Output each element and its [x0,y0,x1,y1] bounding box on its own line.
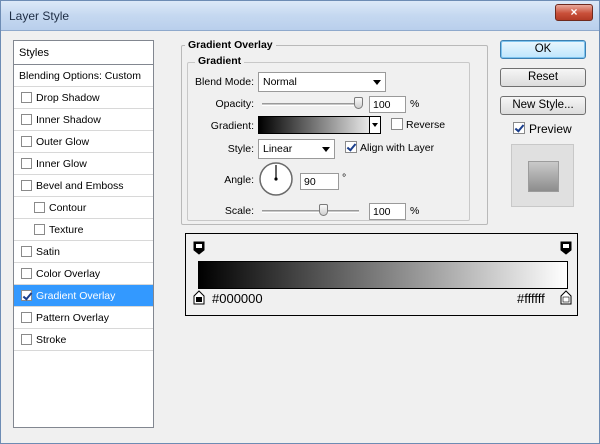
style-value: Linear [263,143,293,155]
ok-button[interactable]: OK [500,40,586,59]
style-label: Style: [227,143,254,155]
style-select[interactable]: Linear [258,139,335,159]
style-item-label: Drop Shadow [36,92,100,104]
blend-mode-value: Normal [263,76,297,88]
scale-label: Scale: [224,205,254,217]
style-item-inner-glow[interactable]: Inner Glow [14,153,153,175]
style-item-label: Gradient Overlay [36,290,116,302]
opacity-slider-track[interactable] [262,103,363,106]
preview-swatch [528,161,559,192]
style-item-drop-shadow[interactable]: Drop Shadow [14,87,153,109]
style-item-label: Blending Options: Custom [19,70,141,82]
style-item-checkbox[interactable] [34,202,45,213]
style-item-satin[interactable]: Satin [14,241,153,263]
start-color-hex: #000000 [212,291,263,306]
close-icon: × [570,5,578,19]
style-item-label: Pattern Overlay [36,312,109,324]
title-bar[interactable]: Layer Style × [1,1,599,31]
reverse-label: Reverse [406,119,446,131]
dropdown-arrow-icon [372,123,378,127]
style-item-checkbox[interactable] [21,114,32,125]
align-with-layer-checkbox[interactable] [345,141,357,153]
opacity-slider-thumb[interactable] [354,97,363,109]
style-item-checkbox[interactable] [21,290,32,301]
gradient-picker-dropdown[interactable] [369,117,380,133]
preview-label: Preview [529,122,572,136]
style-item-checkbox[interactable] [21,180,32,191]
style-item-label: Inner Shadow [36,114,101,126]
opacity-stop-left-icon[interactable] [193,241,205,255]
style-item-outer-glow[interactable]: Outer Glow [14,131,153,153]
style-item-inner-shadow[interactable]: Inner Shadow [14,109,153,131]
opacity-input[interactable]: 100 [369,96,406,113]
reset-button[interactable]: Reset [500,68,586,87]
close-button[interactable]: × [555,4,593,21]
angle-dial[interactable] [258,161,294,197]
style-item-checkbox[interactable] [21,246,32,257]
style-item-label: Inner Glow [36,158,87,170]
gradient-editor: #000000 #ffffff [185,233,578,316]
styles-items: Blending Options: Custom Drop Shadow Inner… [14,65,153,351]
style-item-gradient-overlay[interactable]: Gradient Overlay [14,285,153,307]
window-title: Layer Style [9,9,70,23]
blend-mode-select[interactable]: Normal [258,72,386,92]
style-item-label: Color Overlay [36,268,101,280]
angle-unit: ° [342,172,347,184]
style-item-label: Satin [36,246,60,258]
style-item-texture[interactable]: Texture [14,219,153,241]
reverse-checkbox[interactable] [391,118,403,130]
style-item-checkbox[interactable] [21,334,32,345]
style-item-checkbox[interactable] [21,158,32,169]
color-stop-right-icon[interactable] [560,290,572,305]
style-item-stroke[interactable]: Stroke [14,329,153,351]
gradient-subgroup-title: Gradient [195,55,245,67]
style-item-contour[interactable]: Contour [14,197,153,219]
gradient-picker[interactable] [258,116,381,134]
style-item-label: Texture [49,224,84,236]
style-item-checkbox[interactable] [21,92,32,103]
style-item-pattern-overlay[interactable]: Pattern Overlay [14,307,153,329]
style-item-label: Contour [49,202,87,214]
blend-mode-label: Blend Mode: [195,76,254,88]
preview-checkbox[interactable] [513,122,525,134]
new-style-button[interactable]: New Style... [500,96,586,115]
angle-label: Angle: [224,174,254,186]
style-item-checkbox[interactable] [34,224,45,235]
opacity-label: Opacity: [215,98,254,110]
gradient-overlay-title: Gradient Overlay [185,39,276,51]
scale-input[interactable]: 100 [369,203,406,220]
styles-list: Styles Blending Options: Custom Drop Shad… [13,40,154,428]
style-item-label: Outer Glow [36,136,90,148]
layer-style-dialog: Layer Style × Styles Blending Options: C… [0,0,600,444]
style-item-blending-options-custom[interactable]: Blending Options: Custom [14,65,153,87]
style-item-checkbox[interactable] [21,268,32,279]
opacity-unit: % [410,98,420,110]
gradient-label: Gradient: [210,120,254,132]
scale-slider-thumb[interactable] [318,204,328,216]
end-color-hex: #ffffff [517,291,545,306]
opacity-stop-right-icon[interactable] [560,241,572,255]
styles-header[interactable]: Styles [14,41,153,65]
scale-slider-track[interactable] [262,210,359,213]
style-item-color-overlay[interactable]: Color Overlay [14,263,153,285]
preview-thumbnail [511,144,574,207]
style-item-checkbox[interactable] [21,312,32,323]
style-item-label: Bevel and Emboss [36,180,124,192]
style-item-checkbox[interactable] [21,136,32,147]
align-with-layer-label: Align with Layer [360,142,435,154]
color-stop-left-icon[interactable] [193,290,205,305]
scale-unit: % [410,205,420,217]
gradient-bar[interactable] [198,261,568,289]
dropdown-arrow-icon [373,80,381,85]
style-item-bevel-and-emboss[interactable]: Bevel and Emboss [14,175,153,197]
dropdown-arrow-icon [322,147,330,152]
angle-input[interactable]: 90 [300,173,339,190]
style-item-label: Stroke [36,334,67,346]
